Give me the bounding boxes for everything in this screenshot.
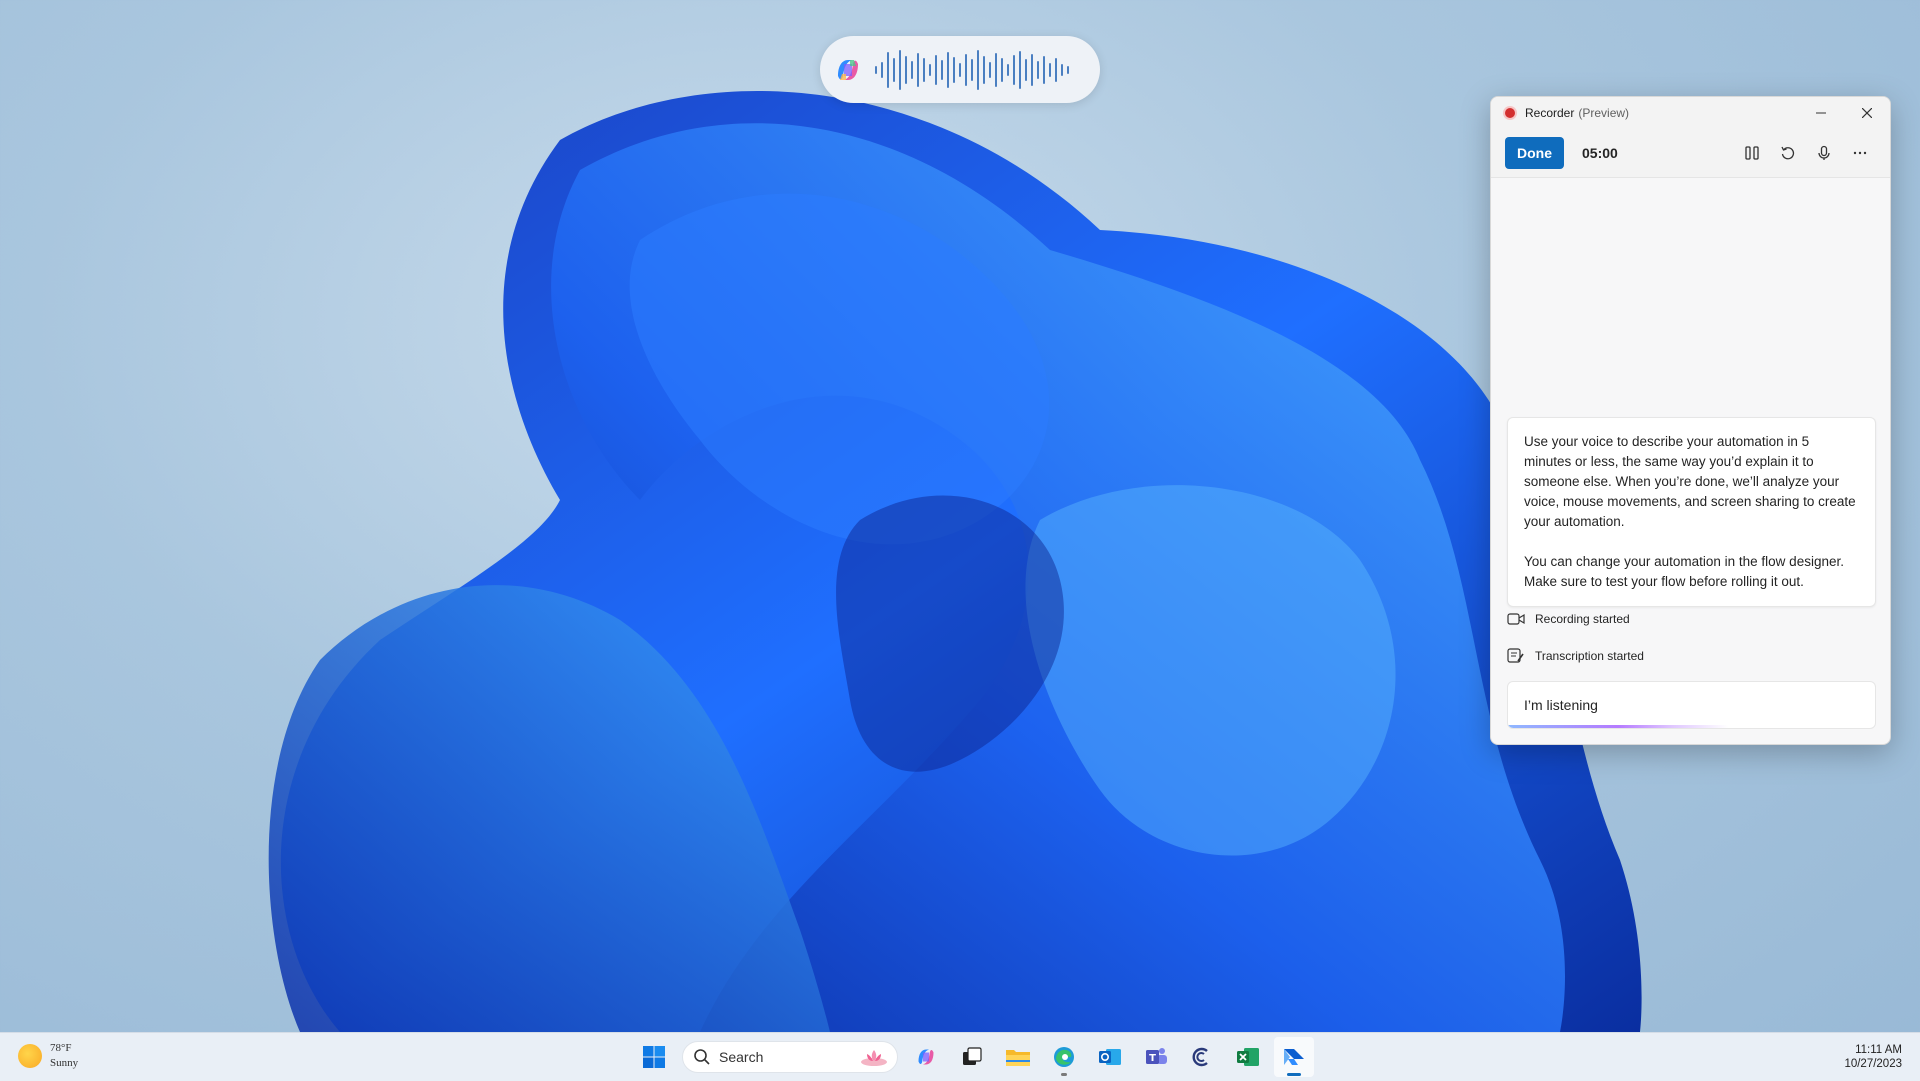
edge-icon	[1054, 1047, 1074, 1067]
windows-start-icon	[643, 1046, 665, 1068]
close-icon	[1862, 108, 1872, 118]
excel-button[interactable]	[1228, 1037, 1268, 1077]
copilot-icon	[838, 59, 858, 80]
copilot-button[interactable]	[906, 1037, 946, 1077]
svg-text:T: T	[1149, 1053, 1156, 1064]
listening-label: I’m listening	[1524, 697, 1598, 713]
status-recording-started: Recording started	[1507, 612, 1630, 626]
file-explorer-icon	[1006, 1050, 1030, 1066]
copilot-app-icon	[1192, 1047, 1208, 1067]
more-icon	[1853, 151, 1867, 155]
window-title: Recorder	[1525, 106, 1575, 120]
outlook-button[interactable]	[1090, 1037, 1130, 1077]
outlook-icon	[1099, 1049, 1121, 1065]
copilot-app-button[interactable]	[1182, 1037, 1222, 1077]
status-transcription-started: Transcription started	[1507, 648, 1644, 664]
recorder-titlebar[interactable]: Recorder (Preview)	[1491, 97, 1890, 129]
excel-icon	[1237, 1048, 1259, 1066]
task-view-icon	[963, 1047, 982, 1065]
power-automate-icon	[1284, 1049, 1304, 1065]
microphone-icon	[1818, 145, 1830, 160]
instructions-paragraph: Use your voice to describe your automati…	[1524, 434, 1856, 529]
recorder-toolbar: Done 05:00	[1491, 129, 1890, 178]
taskbar-apps: Search T	[634, 1037, 1314, 1077]
window-title-suffix: (Preview)	[1578, 106, 1630, 120]
search-icon	[694, 1049, 710, 1065]
instructions-paragraph: You can change your automation in the fl…	[1524, 554, 1844, 589]
instructions-card: Use your voice to describe your automati…	[1507, 417, 1876, 607]
copilot-icon	[918, 1049, 934, 1065]
edge-button[interactable]	[1044, 1037, 1084, 1077]
record-indicator-icon	[1505, 108, 1515, 118]
status-label: Recording started	[1535, 612, 1630, 626]
video-camera-icon	[1507, 613, 1525, 625]
copilot-voice-pill[interactable]	[820, 36, 1100, 103]
pause-button[interactable]	[1736, 137, 1768, 169]
status-label: Transcription started	[1535, 649, 1644, 663]
taskbar: 78°F Sunny Search T 11:11 AM 10/27/2023	[0, 1032, 1920, 1081]
search-highlight-icon	[861, 1050, 887, 1066]
clock-date: 10/27/2023	[1844, 1058, 1902, 1070]
start-button[interactable]	[634, 1037, 674, 1077]
more-options-button[interactable]	[1844, 137, 1876, 169]
minimize-button[interactable]	[1798, 97, 1844, 129]
done-button[interactable]: Done	[1505, 137, 1564, 169]
listening-indicator: I’m listening	[1507, 681, 1876, 729]
clock-time: 11:11 AM	[1855, 1044, 1902, 1056]
timer: 05:00	[1582, 145, 1618, 161]
search-placeholder: Search	[719, 1049, 764, 1065]
recorder-window: Recorder (Preview) Done 05:00 Use your v…	[1490, 96, 1891, 745]
transcript-icon	[1507, 648, 1524, 663]
system-clock[interactable]: 11:11 AM 10/27/2023	[1844, 1043, 1902, 1071]
microphone-button[interactable]	[1808, 137, 1840, 169]
taskbar-search[interactable]: Search	[682, 1041, 898, 1073]
voice-waveform-icon	[875, 49, 1069, 90]
task-view-button[interactable]	[952, 1037, 992, 1077]
pause-icon	[1745, 146, 1759, 160]
weather-temperature: 78°F	[50, 1042, 72, 1054]
weather-widget[interactable]: 78°F Sunny	[18, 1041, 78, 1071]
restart-icon	[1781, 146, 1795, 160]
power-automate-button[interactable]	[1274, 1037, 1314, 1077]
listening-progress-bar	[1508, 725, 1875, 728]
close-button[interactable]	[1844, 97, 1890, 129]
minimize-icon	[1816, 112, 1826, 114]
restart-button[interactable]	[1772, 137, 1804, 169]
weather-condition: Sunny	[50, 1057, 79, 1069]
teams-button[interactable]: T	[1136, 1037, 1176, 1077]
sun-icon	[18, 1044, 42, 1068]
file-explorer-button[interactable]	[998, 1037, 1038, 1077]
teams-icon: T	[1146, 1048, 1167, 1064]
